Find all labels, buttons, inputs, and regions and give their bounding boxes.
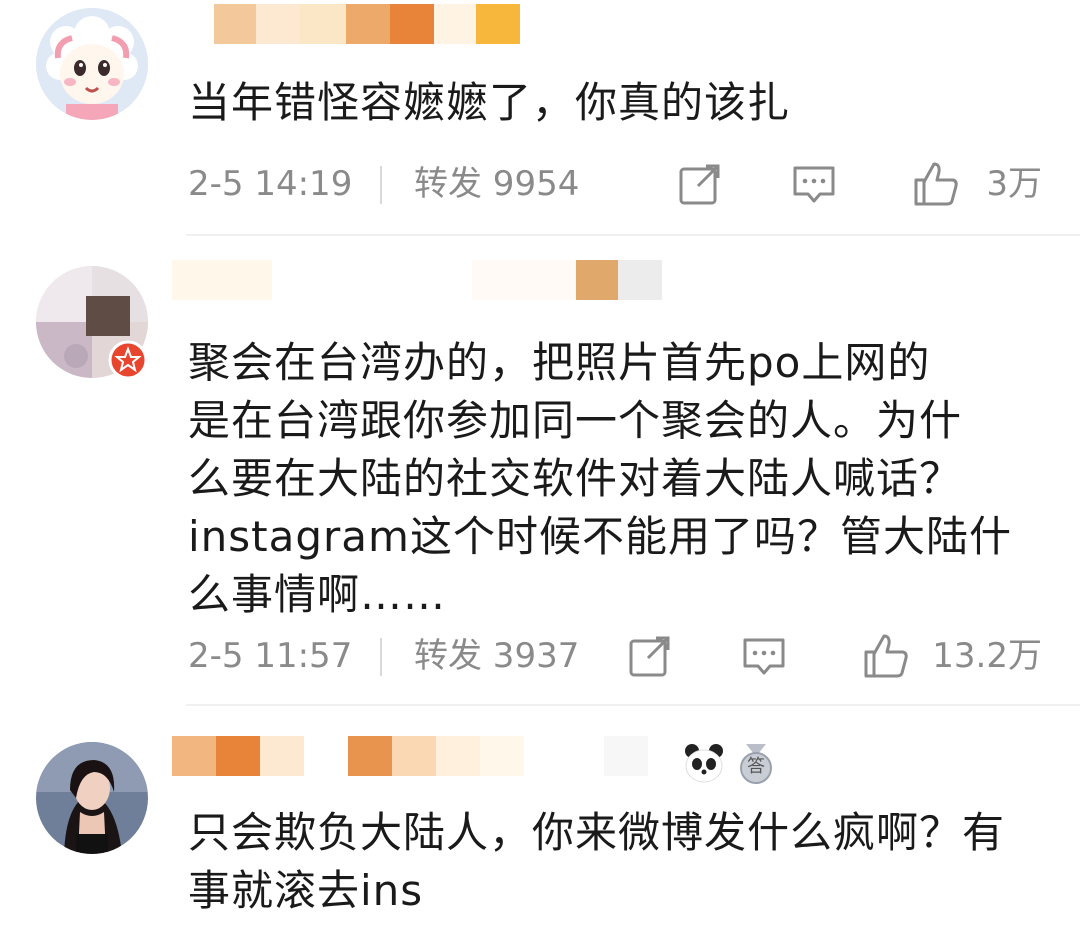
comment-icon[interactable] xyxy=(740,632,788,680)
comment-item: 聚会在台湾办的，把照片首先po上网的 是在台湾跟你参加同一个聚会的人。为什 么要… xyxy=(0,236,1080,706)
share-icon[interactable] xyxy=(626,632,674,680)
comment-text: 聚会在台湾办的，把照片首先po上网的 是在台湾跟你参加同一个聚会的人。为什 么要… xyxy=(188,338,1012,619)
comment-icon[interactable] xyxy=(790,160,838,208)
like-icon[interactable] xyxy=(912,160,960,208)
panda-icon xyxy=(685,744,723,783)
comment-time: 2-5 14:19 xyxy=(188,164,353,204)
share-icon[interactable] xyxy=(676,160,724,208)
comment-item: 当年错怪容嬷嬷了，你真的该扎 2-5 14:19 转发 9954 3万 xyxy=(0,0,1080,236)
meta-divider xyxy=(380,166,382,204)
like-count: 3万 xyxy=(986,164,1042,204)
comment-text: 当年错怪容嬷嬷了，你真的该扎 xyxy=(188,78,791,127)
woman-photo-avatar xyxy=(36,742,148,854)
username-mosaic[interactable] xyxy=(172,736,648,776)
answer-medal-icon: 答 xyxy=(738,744,774,784)
verified-badge-icon xyxy=(108,340,148,380)
cartoon-sheep-avatar xyxy=(36,8,148,120)
like-count: 13.2万 xyxy=(932,636,1042,676)
comment-text: 只会欺负大陆人，你来微博发什么疯啊？有 事就滚去ins xyxy=(188,808,1006,915)
comment-item: 答 只会欺负大陆人，你来微博发什么疯啊？有 事就滚去ins xyxy=(0,706,1080,944)
forward-count[interactable]: 转发 3937 xyxy=(414,636,579,676)
like-icon[interactable] xyxy=(862,632,910,680)
forward-count[interactable]: 转发 9954 xyxy=(414,164,579,204)
avatar[interactable] xyxy=(36,8,148,120)
avatar[interactable] xyxy=(36,742,148,854)
comment-time: 2-5 11:57 xyxy=(188,636,353,676)
medal-label: 答 xyxy=(747,756,765,777)
username-mosaic[interactable] xyxy=(172,260,662,300)
meta-divider xyxy=(380,638,382,676)
username-mosaic[interactable] xyxy=(214,4,520,44)
